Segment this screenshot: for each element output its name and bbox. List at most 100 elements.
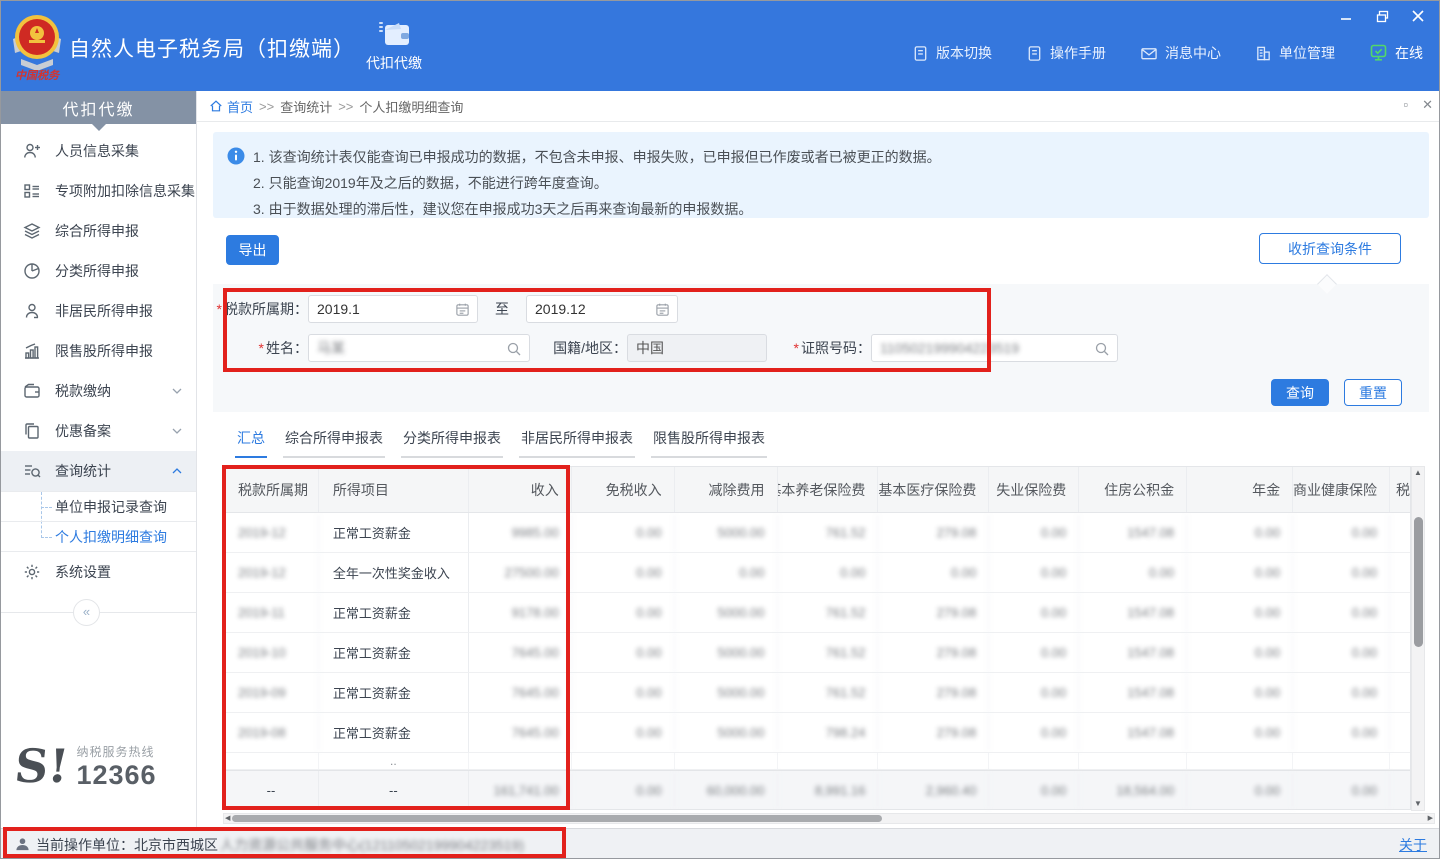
search-icon xyxy=(506,341,522,357)
sidebar-item-restricted-stock[interactable]: 限售股所得申报 xyxy=(1,331,196,371)
main-content: 首页 >> 查询统计 >> 个人扣缴明细查询 ▫ ✕ 1. 该查询统计表仅能查询… xyxy=(197,91,1440,828)
scroll-left-arrow[interactable]: ◀ xyxy=(225,814,230,823)
tab-nonresident[interactable]: 非居民所得申报表 xyxy=(519,428,635,458)
breadcrumb-home[interactable]: 首页 xyxy=(209,97,253,116)
filter-panel: *税款所属期： 2019.1 至 2019.12 *姓名： 马某 国籍/地区： xyxy=(213,284,1429,412)
mail-icon xyxy=(1140,45,1158,62)
module-tab-label: 代扣代缴 xyxy=(349,53,439,73)
tab-classified[interactable]: 分类所得申报表 xyxy=(401,428,503,458)
table-row: 2019-09正常工资薪金7645.000.005000.00761.52279… xyxy=(224,673,1410,713)
sidebar-item-nonresident-income[interactable]: 非居民所得申报 xyxy=(1,291,196,331)
nav-version-switch[interactable]: 版本切换 xyxy=(912,43,992,63)
wallet-icon xyxy=(377,21,411,49)
breadcrumb: 首页 >> 查询统计 >> 个人扣缴明细查询 ▫ ✕ xyxy=(197,91,1440,122)
nav-unit-management[interactable]: 单位管理 xyxy=(1255,43,1335,63)
sidebar-item-special-deduction[interactable]: 专项附加扣除信息采集 xyxy=(1,171,196,211)
export-button[interactable]: 导出 xyxy=(226,235,279,265)
name-input[interactable]: 马某 xyxy=(308,334,530,362)
title-bar: 中国税务 自然人电子税务局（扣缴端） 代扣代缴 xyxy=(1,1,1440,91)
sidebar-item-query-statistics[interactable]: 查询统计 xyxy=(1,451,196,491)
sidebar-item-system-settings[interactable]: 系统设置 xyxy=(1,552,196,592)
restore-button[interactable] xyxy=(1369,5,1395,27)
wallet-icon xyxy=(23,382,41,400)
sidebar-item-classified-income[interactable]: 分类所得申报 xyxy=(1,251,196,291)
name-label: *姓名： xyxy=(213,338,308,358)
pane-maximize-icon[interactable]: ▫ xyxy=(1403,97,1408,113)
building-icon xyxy=(1255,45,1272,62)
gear-icon xyxy=(23,563,41,581)
online-status[interactable]: 在线 xyxy=(1369,43,1423,63)
chevron-down-icon xyxy=(172,388,182,394)
chevron-down-icon xyxy=(172,428,182,434)
bar-chart-icon xyxy=(23,342,41,360)
pane-close-icon[interactable]: ✕ xyxy=(1422,97,1433,113)
horizontal-scrollbar[interactable]: ◀ ▶ xyxy=(223,813,1435,824)
current-unit-label: 当前操作单位： xyxy=(36,835,134,855)
horizontal-scroll-thumb[interactable] xyxy=(232,815,882,822)
sidebar-item-comprehensive-income[interactable]: 综合所得申报 xyxy=(1,211,196,251)
notice-line: 2. 只能查询2019年及之后的数据，不能进行跨年度查询。 xyxy=(253,170,1415,196)
sidebar-item-preference-filing[interactable]: 优惠备案 xyxy=(1,411,196,451)
period-end-input[interactable]: 2019.12 xyxy=(526,295,678,323)
module-tab-daikou[interactable]: 代扣代缴 xyxy=(349,21,439,73)
sidebar-collapse-button[interactable]: « xyxy=(73,599,100,626)
sidebar-item-tax-payment[interactable]: 税款缴纳 xyxy=(1,371,196,411)
table-row: 2019-11正常工资薪金9178.000.005000.00761.52279… xyxy=(224,593,1410,633)
hotline-number: 12366 xyxy=(76,760,156,791)
id-number-label: *证照号码： xyxy=(767,338,871,358)
hotline-logo: S! xyxy=(13,746,71,787)
sidebar-subitem-personal-withholding-query[interactable]: 个人扣缴明细查询 xyxy=(1,522,196,552)
result-table: 税款所属期 所得项目 收入 免税收入 减除费用 基本养老保险费 基本医疗保险费 … xyxy=(223,466,1411,810)
sidebar-header: 代扣代缴 xyxy=(1,91,196,124)
scroll-right-arrow[interactable]: ▶ xyxy=(1428,814,1433,823)
tab-restricted-stock[interactable]: 限售股所得申报表 xyxy=(651,428,767,458)
tab-comprehensive[interactable]: 综合所得申报表 xyxy=(283,428,385,458)
period-start-input[interactable]: 2019.1 xyxy=(308,295,478,323)
svg-text:中国税务: 中国税务 xyxy=(15,69,61,82)
app-window: 中国税务 自然人电子税务局（扣缴端） 代扣代缴 xyxy=(0,0,1440,859)
period-label: *税款所属期： xyxy=(213,299,308,319)
vertical-scroll-thumb[interactable] xyxy=(1414,517,1423,647)
table-row: 2019-08正常工资薪金7645.000.005000.00798.24279… xyxy=(224,713,1410,753)
query-statistics-submenu: 单位申报记录查询 个人扣缴明细查询 xyxy=(1,491,196,552)
current-unit-visible: 北京市西城区 xyxy=(134,835,218,855)
minimize-icon xyxy=(1340,10,1352,22)
to-label: 至 xyxy=(478,299,526,319)
close-button[interactable] xyxy=(1405,5,1431,27)
calendar-icon xyxy=(655,302,670,317)
current-unit-blurred: 人力资源公共服务中心(12110502199904223519) xyxy=(220,835,524,855)
user-icon xyxy=(15,837,30,852)
layers-icon xyxy=(23,222,41,240)
chevron-up-icon xyxy=(172,468,182,474)
vertical-scrollbar[interactable]: ▲ ▼ xyxy=(1411,466,1425,811)
hotline-block: S! 纳税服务热线 12366 xyxy=(15,743,157,791)
nationality-input: 中国 xyxy=(627,334,767,362)
reset-button[interactable]: 重置 xyxy=(1344,379,1402,406)
notice-box: 1. 该查询统计表仅能查询已申报成功的数据，不包含未申报、申报失败，已申报但已作… xyxy=(213,132,1429,218)
close-icon xyxy=(1412,10,1424,22)
sidebar-subitem-unit-declaration-query[interactable]: 单位申报记录查询 xyxy=(1,492,196,522)
scroll-down-arrow[interactable]: ▼ xyxy=(1414,799,1422,809)
collapse-filter-button[interactable]: 收折查询条件 xyxy=(1259,233,1401,264)
calendar-icon xyxy=(455,302,470,317)
scroll-up-arrow[interactable]: ▲ xyxy=(1414,468,1422,478)
online-monitor-check-icon xyxy=(1369,44,1388,62)
about-link[interactable]: 关于 xyxy=(1399,835,1427,855)
minimize-button[interactable] xyxy=(1333,5,1359,27)
user-plus-icon xyxy=(23,142,41,160)
nav-message-center[interactable]: 消息中心 xyxy=(1140,43,1221,63)
window-controls xyxy=(1333,5,1431,27)
tab-summary[interactable]: 汇总 xyxy=(235,428,267,458)
id-number-input[interactable]: 110502199904223519 xyxy=(871,334,1118,362)
breadcrumb-item: 查询统计 xyxy=(280,97,332,116)
table-header: 税款所属期 所得项目 收入 免税收入 减除费用 基本养老保险费 基本医疗保险费 … xyxy=(224,467,1410,513)
table-row: 2019-12全年一次性奖金收入27500.000.000.000.000.00… xyxy=(224,553,1410,593)
home-icon xyxy=(209,99,223,113)
status-bar: 当前操作单位：北京市西城区人力资源公共服务中心(1211050219990422… xyxy=(1,828,1440,859)
query-button[interactable]: 查询 xyxy=(1271,379,1329,406)
info-icon xyxy=(227,147,245,165)
document-icon xyxy=(1026,45,1043,62)
notice-line: 1. 该查询统计表仅能查询已申报成功的数据，不包含未申报、申报失败，已申报但已作… xyxy=(253,144,1415,170)
sidebar-item-personnel-info[interactable]: 人员信息采集 xyxy=(1,131,196,171)
nav-manual[interactable]: 操作手册 xyxy=(1026,43,1106,63)
